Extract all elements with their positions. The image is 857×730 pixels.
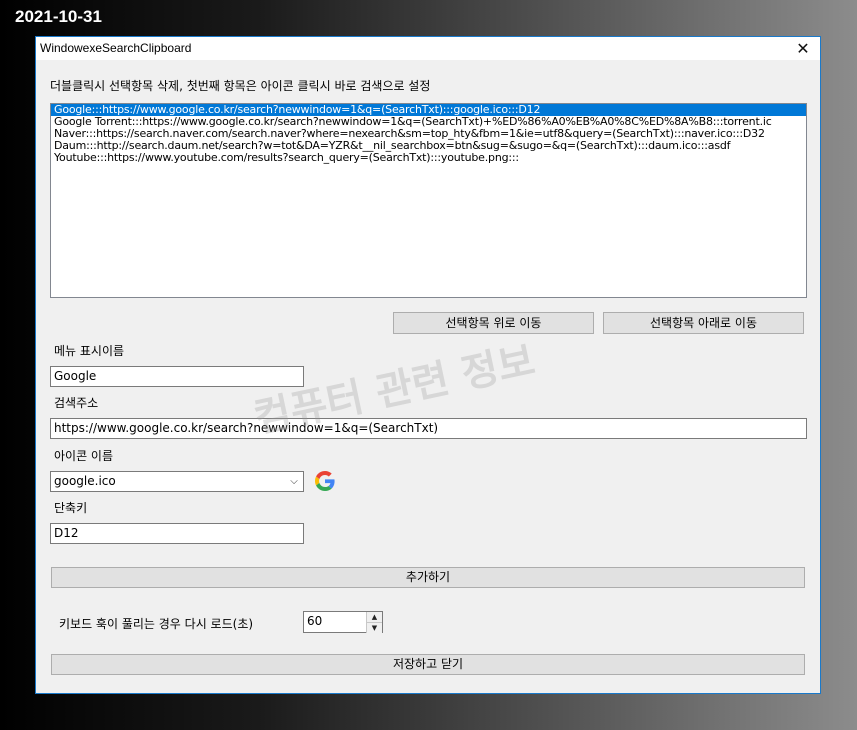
reload-interval-value[interactable]: 60 (307, 614, 322, 628)
desktop-date-label: 2021-10-31 (15, 7, 102, 26)
menu-name-label: 메뉴 표시이름 (54, 344, 125, 358)
icon-name-label: 아이콘 이름 (54, 449, 114, 463)
window-title: WindowexeSearchClipboard (40, 41, 192, 55)
instruction-text: 더블클릭시 선택항목 삭제, 첫번째 항목은 아이콘 클릭시 바로 검색으로 설… (50, 79, 431, 93)
hotkey-label: 단축키 (54, 501, 88, 515)
move-up-button[interactable]: 선택항목 위로 이동 (393, 312, 594, 334)
reload-interval-stepper[interactable]: 60 ▲ ▼ (303, 611, 383, 633)
search-url-field[interactable]: https://www.google.co.kr/search?newwindo… (50, 418, 807, 439)
chevron-down-icon[interactable]: ⌵ (287, 472, 301, 491)
add-button[interactable]: 추가하기 (51, 567, 805, 588)
save-close-button[interactable]: 저장하고 닫기 (51, 654, 805, 675)
search-entries-listbox[interactable]: Google:::https://www.google.co.kr/search… (50, 103, 807, 298)
google-g-icon[interactable] (315, 471, 335, 491)
close-icon[interactable]: ✕ (786, 37, 820, 60)
move-down-button[interactable]: 선택항목 아래로 이동 (603, 312, 804, 334)
spin-up-icon[interactable]: ▲ (366, 612, 382, 622)
title-bar: WindowexeSearchClipboard ✕ (36, 37, 820, 60)
search-url-label: 검색주소 (54, 396, 99, 410)
spin-down-icon[interactable]: ▼ (366, 622, 382, 633)
hotkey-field[interactable]: D12 (50, 523, 304, 544)
dialog-window: WindowexeSearchClipboard ✕ 더블클릭시 선택항목 삭제… (35, 36, 821, 694)
icon-name-select[interactable]: google.ico ⌵ (50, 471, 304, 492)
reload-interval-label: 키보드 훅이 풀리는 경우 다시 로드(초) (59, 617, 254, 631)
list-item[interactable]: Youtube:::https://www.youtube.com/result… (51, 152, 806, 164)
icon-name-selected-value: google.ico (54, 474, 116, 488)
